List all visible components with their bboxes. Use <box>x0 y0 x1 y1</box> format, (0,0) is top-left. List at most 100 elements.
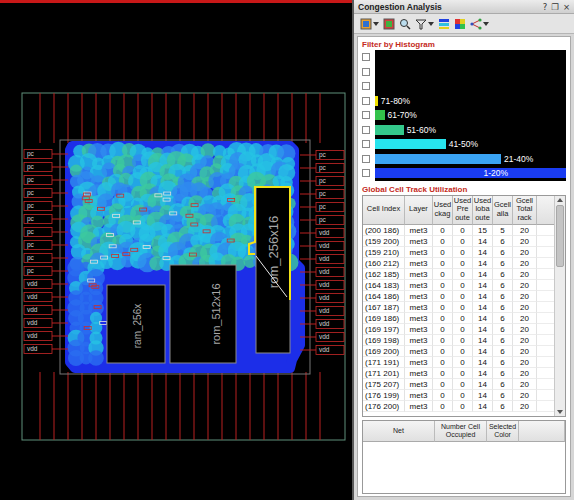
right-pin[interactable]: vdd <box>300 307 344 316</box>
std-cell[interactable] <box>101 256 108 259</box>
right-pin[interactable]: vdd <box>300 333 344 342</box>
zoom-tool[interactable] <box>399 18 411 30</box>
scroll-down-icon[interactable] <box>555 408 565 416</box>
table-row[interactable]: (167 187)met30014620 <box>363 302 554 313</box>
table-row[interactable]: (169 197)met30014620 <box>363 324 554 335</box>
title-button[interactable]: × <box>563 1 570 13</box>
right-pin[interactable]: pc <box>300 190 344 199</box>
std-cell[interactable] <box>98 207 105 210</box>
table-row[interactable]: (162 185)met30014620 <box>363 269 554 280</box>
bin-checkbox[interactable] <box>362 82 370 90</box>
table-row[interactable]: (200 186)met30015520 <box>363 225 554 236</box>
column-header[interactable]: Cell Index <box>363 196 405 225</box>
left-pin[interactable]: pc <box>24 189 68 198</box>
left-pin[interactable]: pc <box>24 241 68 250</box>
std-cell[interactable] <box>163 198 170 201</box>
table-row[interactable]: (175 207)met30014620 <box>363 379 554 390</box>
column-header[interactable]: Net <box>363 421 435 442</box>
table-row[interactable]: (169 200)met30014620 <box>363 346 554 357</box>
table-row[interactable]: (176 200)met30014620 <box>363 401 554 412</box>
column-header[interactable]: Used Pre oute <box>453 196 473 225</box>
right-pin[interactable]: vdd <box>300 268 344 277</box>
std-cell[interactable] <box>189 253 196 256</box>
histogram-row[interactable]: 71-80% <box>362 94 566 109</box>
std-cell[interactable] <box>84 327 91 330</box>
std-cell[interactable] <box>203 230 210 233</box>
refresh-tool[interactable] <box>383 18 395 30</box>
scroll-thumb[interactable] <box>556 205 564 267</box>
left-pin[interactable]: pc <box>24 254 68 263</box>
std-cell[interactable] <box>107 234 114 237</box>
table-row[interactable]: (171 191)met30014620 <box>363 357 554 368</box>
std-cell[interactable] <box>164 192 171 195</box>
histogram-row[interactable]: 41-50% <box>362 137 566 152</box>
std-cell[interactable] <box>228 198 235 201</box>
right-pin[interactable]: vdd <box>300 242 344 251</box>
right-pin[interactable]: pc <box>300 151 344 160</box>
histogram-row[interactable]: 51-60% <box>362 123 566 138</box>
filter-tool[interactable] <box>415 18 434 30</box>
right-pin[interactable]: vdd <box>300 346 344 355</box>
macro-box[interactable] <box>170 265 236 363</box>
std-cell[interactable] <box>143 246 150 249</box>
histogram-row[interactable] <box>362 79 566 94</box>
bin-checkbox[interactable] <box>362 97 370 105</box>
std-cell[interactable] <box>131 248 138 251</box>
layout-canvas[interactable]: ram_256xrom_512x16rom_256x16pcpcpcpcpcpc… <box>0 0 352 500</box>
left-pin[interactable]: pc <box>24 267 68 276</box>
left-pin[interactable]: pc <box>24 228 68 237</box>
macro-box[interactable] <box>256 187 290 353</box>
table-row[interactable]: (176 199)met30014620 <box>363 390 554 401</box>
right-pin[interactable]: vdd <box>300 229 344 238</box>
bin-checkbox[interactable] <box>362 53 370 61</box>
right-pin[interactable]: vdd <box>300 320 344 329</box>
column-header[interactable]: Selected Color <box>487 421 519 442</box>
histogram-row[interactable] <box>362 50 566 65</box>
histogram-row[interactable] <box>362 65 566 80</box>
bin-checkbox[interactable] <box>362 68 370 76</box>
std-cell[interactable] <box>191 204 198 207</box>
bin-checkbox[interactable] <box>362 140 370 148</box>
macro-box[interactable] <box>107 285 165 363</box>
legend-tool[interactable] <box>438 18 450 30</box>
macro[interactable]: rom_256x16 <box>249 187 290 353</box>
std-cell[interactable] <box>91 260 98 263</box>
left-pin[interactable]: vdd <box>24 345 68 354</box>
std-cell[interactable] <box>112 255 119 258</box>
left-pin[interactable]: pc <box>24 163 68 172</box>
macro[interactable]: rom_512x16 <box>170 265 236 363</box>
left-pin[interactable]: pc <box>24 215 68 224</box>
scrollbar[interactable] <box>554 196 565 416</box>
right-pin[interactable]: vdd <box>300 294 344 303</box>
std-cell[interactable] <box>163 257 170 260</box>
bin-checkbox[interactable] <box>362 126 370 134</box>
layers-tool[interactable] <box>360 18 379 30</box>
column-header[interactable]: Used loba oute <box>473 196 493 225</box>
std-cell[interactable] <box>140 208 147 211</box>
std-cell[interactable] <box>155 194 162 197</box>
heatmap-tool[interactable] <box>454 18 466 30</box>
histogram-row[interactable]: 1-20% <box>362 166 566 181</box>
std-cell[interactable] <box>84 192 91 195</box>
right-pin[interactable]: pc <box>300 177 344 186</box>
table-row[interactable]: (159 200)met30014620 <box>363 236 554 247</box>
histogram-row[interactable]: 61-70% <box>362 108 566 123</box>
std-cell[interactable] <box>170 212 177 215</box>
column-header[interactable]: Gcell Total rack <box>513 196 537 225</box>
std-cell[interactable] <box>191 223 198 226</box>
table-row[interactable]: (169 186)met30014620 <box>363 313 554 324</box>
scroll-up-icon[interactable] <box>555 196 565 204</box>
std-cell[interactable] <box>113 214 120 217</box>
std-cell[interactable] <box>109 245 116 248</box>
std-cell[interactable] <box>88 279 95 282</box>
table-row[interactable]: (160 212)met30014620 <box>363 258 554 269</box>
std-cell[interactable] <box>133 221 140 224</box>
table-row[interactable]: (169 198)met30014620 <box>363 335 554 346</box>
left-pin[interactable]: vdd <box>24 306 68 315</box>
column-header[interactable]: Number Cell Occupied <box>435 421 487 442</box>
left-pin[interactable]: pc <box>24 202 68 211</box>
std-cell[interactable] <box>123 253 130 256</box>
bin-checkbox[interactable] <box>362 155 370 163</box>
network-tool[interactable] <box>470 18 489 30</box>
layout-view[interactable]: ram_256xrom_512x16rom_256x16pcpcpcpcpcpc… <box>0 0 352 500</box>
